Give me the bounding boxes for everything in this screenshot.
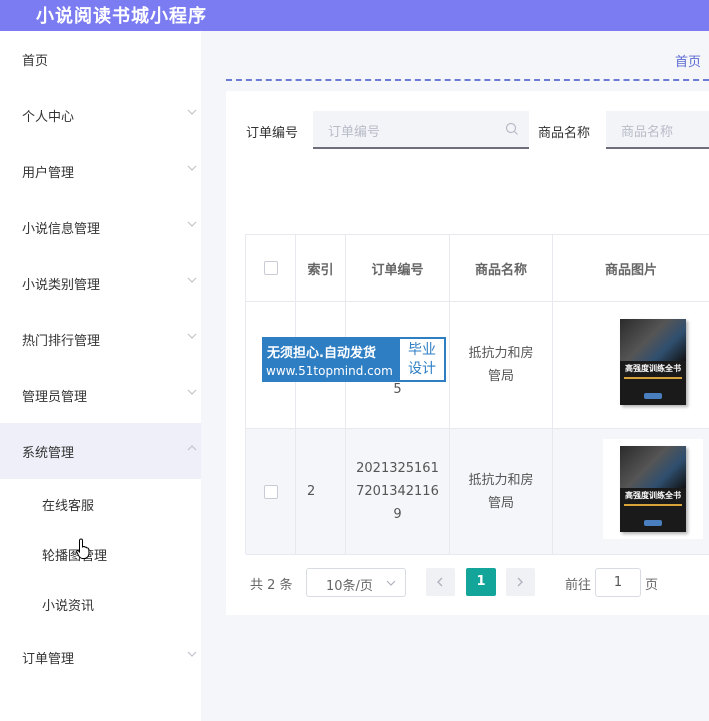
sidebar-item-user-management[interactable]: 用户管理	[0, 143, 201, 199]
book-title: 高强度训练全书	[625, 491, 681, 500]
sidebar-item-label: 用户管理	[22, 166, 75, 181]
sidebar-item-label: 管理员管理	[22, 390, 88, 405]
header-product-name: 商品名称	[450, 235, 553, 302]
order-no-search-input[interactable]: 订单编号	[313, 111, 529, 149]
page-size-select[interactable]: 10条/页	[306, 568, 406, 597]
sidebar-subitem-online-service[interactable]: 在线客服	[0, 479, 201, 529]
app-title: 小说阅读书城小程序	[36, 6, 207, 27]
sidebar-item-novel-info[interactable]: 小说信息管理	[0, 199, 201, 255]
chevron-left-icon	[437, 577, 443, 587]
next-page-button[interactable]	[506, 568, 535, 596]
sidebar-item-label: 订单管理	[22, 652, 75, 667]
watermark-line2: www.51topmind.com	[266, 364, 393, 378]
product-name-placeholder: 商品名称	[621, 125, 674, 140]
book-cover-image: 高强度训练全书	[620, 319, 686, 405]
chevron-down-icon	[187, 277, 197, 283]
order-no-placeholder: 订单编号	[328, 125, 381, 140]
product-name-label: 商品名称	[538, 126, 591, 141]
sidebar-item-personal-center[interactable]: 个人中心	[0, 87, 201, 143]
breadcrumb-home[interactable]: 首页	[675, 51, 701, 70]
watermark-banner: 无须担心.自动发货 www.51topmind.com 毕业 设计	[262, 337, 446, 382]
search-icon	[505, 122, 518, 135]
book-cover-image: 高强度训练全书	[620, 446, 686, 532]
watermark-line1: 无须担心.自动发货	[267, 346, 376, 361]
row-1-order-no-tail: 5	[393, 382, 402, 397]
row-1-product-name: 抵抗力和房管局	[450, 302, 553, 429]
chevron-up-icon	[187, 445, 197, 451]
goto-page-input[interactable]: 1	[595, 568, 641, 597]
book-title: 高强度训练全书	[625, 364, 681, 373]
goto-label: 前往	[565, 578, 592, 593]
watermark-badge-line1: 毕业	[408, 342, 436, 358]
prev-page-button[interactable]	[426, 568, 455, 596]
page-size-value: 10条/页	[326, 579, 373, 594]
breadcrumb-divider	[226, 79, 709, 81]
header-order-no: 订单编号	[346, 235, 450, 302]
product-name-search-input[interactable]: 商品名称	[606, 111, 709, 149]
sidebar-subitem-label: 小说资讯	[42, 599, 95, 614]
pagination-total: 共 2 条	[250, 578, 293, 593]
sidebar-item-home[interactable]: 首页	[0, 31, 201, 87]
row-2-product-name: 抵抗力和房管局	[450, 429, 553, 555]
sidebar-subitem-novel-news[interactable]: 小说资讯	[0, 579, 201, 629]
sidebar-subitem-label: 轮播图管理	[42, 549, 108, 564]
sidebar: 首页 个人中心 用户管理 小说信息管理 小说类别管理 热门排行管理 管理员管理 …	[0, 31, 201, 721]
sidebar-item-label: 小说信息管理	[22, 222, 101, 237]
chevron-down-icon	[187, 221, 197, 227]
sidebar-subitem-label: 在线客服	[42, 499, 95, 514]
sidebar-item-novel-category[interactable]: 小说类别管理	[0, 255, 201, 311]
hand-cursor-icon	[76, 538, 90, 559]
sidebar-item-system-management[interactable]: 系统管理	[0, 423, 201, 479]
sidebar-item-admin-management[interactable]: 管理员管理	[0, 367, 201, 423]
page-number-current[interactable]: 1	[466, 568, 496, 596]
row-2-order-no: 20213251617201342116 9	[346, 429, 450, 555]
row-2-select[interactable]	[246, 429, 296, 555]
chevron-down-icon	[187, 651, 197, 657]
checkbox[interactable]	[263, 261, 278, 275]
checkbox[interactable]	[263, 484, 278, 499]
sidebar-item-label: 系统管理	[22, 446, 75, 461]
sidebar-item-order-management[interactable]: 订单管理	[0, 629, 201, 685]
sidebar-item-label: 小说类别管理	[22, 278, 101, 293]
header-product-image: 商品图片	[553, 235, 709, 302]
header-select-all[interactable]	[246, 235, 296, 302]
sidebar-item-hot-ranking[interactable]: 热门排行管理	[0, 311, 201, 367]
watermark-badge-line2: 设计	[408, 361, 436, 377]
sidebar-item-label: 热门排行管理	[22, 334, 101, 349]
chevron-down-icon	[187, 165, 197, 171]
chevron-down-icon	[187, 333, 197, 339]
chevron-down-icon	[187, 389, 197, 395]
book-cover-frame: 高强度训练全书	[603, 439, 703, 539]
chevron-down-icon	[187, 109, 197, 115]
app-window: 小说阅读书城小程序 首页 个人中心 用户管理 小说信息管理 小说类别管理 热门排…	[0, 0, 709, 721]
row-2-index: 2	[296, 429, 346, 555]
sidebar-subitem-carousel[interactable]: 轮播图管理	[0, 529, 201, 579]
sidebar-item-label: 首页	[22, 54, 49, 69]
header-index: 索引	[296, 235, 346, 302]
goto-suffix: 页	[645, 578, 659, 593]
order-no-label: 订单编号	[246, 126, 299, 141]
sidebar-item-label: 个人中心	[22, 110, 75, 125]
chevron-down-icon	[386, 580, 396, 586]
top-bar: 小说阅读书城小程序	[0, 0, 709, 31]
chevron-right-icon	[517, 577, 523, 587]
